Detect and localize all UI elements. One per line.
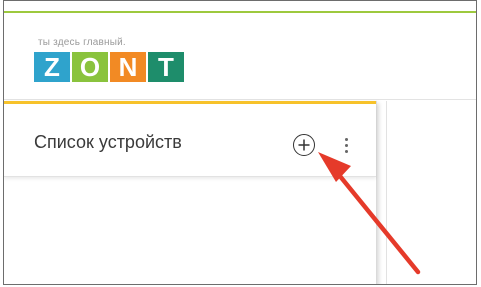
device-list-title: Список устройств: [34, 132, 182, 152]
content-area: [386, 101, 476, 284]
logo-letter-o: O: [72, 52, 108, 82]
more-vertical-icon: [344, 137, 348, 141]
logo-letter-n: N: [110, 52, 146, 82]
logo-letter-t: T: [148, 52, 184, 82]
app-window: ты здесь главный. Z O N T Список устройс…: [3, 0, 477, 285]
app-header: ты здесь главный. Z O N T: [4, 13, 476, 100]
brand-logo[interactable]: ты здесь главный. Z O N T: [34, 37, 186, 82]
logo-letter-z: Z: [34, 52, 70, 82]
device-list-panel: Список устройств: [4, 101, 377, 284]
logo-tiles: Z O N T: [34, 52, 186, 82]
brand-tagline: ты здесь главный.: [38, 37, 126, 48]
device-list-header: Список устройств: [4, 104, 376, 177]
top-accent-bar: [4, 1, 476, 13]
more-options-button[interactable]: [339, 134, 353, 156]
add-device-button[interactable]: [293, 134, 315, 156]
plus-circle-icon: [298, 139, 310, 151]
